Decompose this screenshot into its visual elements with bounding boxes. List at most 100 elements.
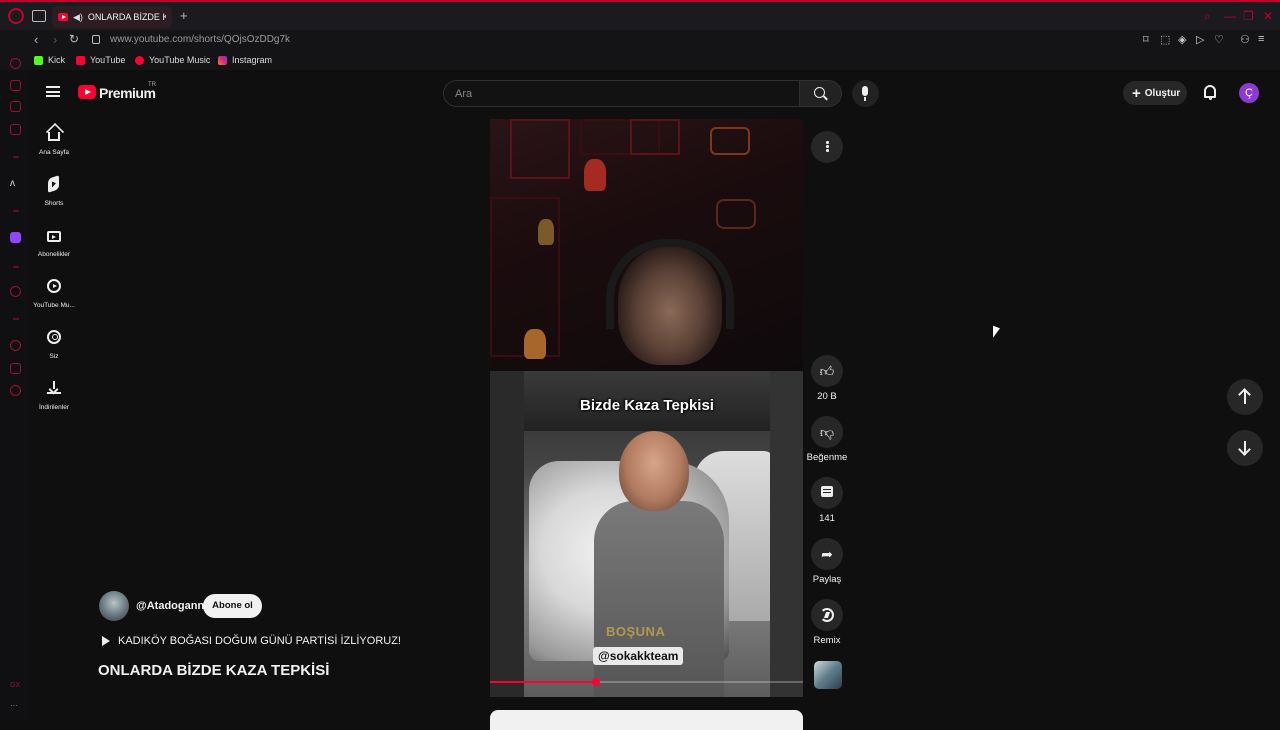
next-short-preview[interactable]	[490, 710, 803, 730]
sidebar-item-downloads[interactable]: İndirilenler	[30, 371, 78, 417]
youtube-music-icon	[47, 279, 61, 293]
comment-icon	[821, 486, 833, 497]
hamburger-menu-icon[interactable]	[46, 86, 60, 97]
speed-dial-icon[interactable]	[10, 58, 21, 69]
sidebar-item-label: Siz	[49, 353, 59, 360]
thumbs-up-icon: 👍︎	[819, 363, 835, 379]
sidebar-item-label: İndirilenler	[39, 404, 69, 411]
dislike-button[interactable]: 👎︎	[811, 416, 843, 448]
sidebar-item-shorts[interactable]: Shorts	[30, 167, 78, 213]
shorts-video-player[interactable]: Bizde Kaza Tepkisi BOŞUNA @sokakkteam	[490, 119, 803, 697]
youtube-logo-icon[interactable]	[78, 85, 96, 99]
shelf	[630, 119, 680, 155]
plus-icon: +	[1132, 84, 1141, 102]
video-progress-fill	[490, 681, 597, 683]
thumbs-down-icon: 👎︎	[819, 424, 835, 440]
youtube-music-icon	[135, 55, 144, 65]
video-progress-bar[interactable]	[490, 678, 803, 686]
search-input[interactable]	[444, 81, 799, 106]
reload-icon[interactable]: ↻	[69, 32, 79, 46]
settings-icon[interactable]	[10, 385, 21, 396]
remix-label: Remix	[813, 635, 841, 646]
aria-icon[interactable]: ʌ	[10, 178, 21, 189]
sidebar-item-home[interactable]: Ana Sayfa	[30, 116, 78, 162]
profile-icon[interactable]: ⚇	[1240, 33, 1250, 46]
figurine	[584, 159, 606, 191]
new-tab-button[interactable]: +	[180, 8, 188, 23]
audio-source-thumbnail[interactable]	[814, 661, 842, 689]
bookmark-label: Instagram	[232, 55, 273, 65]
close-window-icon[interactable]: ✕	[1263, 9, 1273, 23]
share-button[interactable]: ➦	[811, 538, 843, 570]
bookmark-youtube[interactable]: YouTube	[76, 55, 125, 65]
share-arrow-icon: ➦	[821, 546, 833, 562]
lock-icon[interactable]	[92, 35, 100, 44]
share-action: ➦ Paylaş	[805, 538, 849, 585]
bookmark-pin-icon[interactable]: ⌑	[1143, 33, 1149, 46]
dislike-action: 👎︎ Beğenme	[805, 416, 849, 463]
man-head	[619, 431, 689, 511]
comments-action: 141	[805, 477, 849, 524]
comments-button[interactable]	[811, 477, 843, 509]
minimize-icon[interactable]: —	[1224, 9, 1236, 23]
tab-switcher-icon[interactable]	[32, 10, 46, 22]
remix-button[interactable]	[811, 599, 843, 631]
avatar[interactable]: Ç	[1239, 83, 1259, 103]
arrow-down-head	[1238, 443, 1251, 456]
youtube-icon	[76, 55, 85, 65]
youtube-premium-logo[interactable]: Premium	[99, 85, 156, 101]
kick-icon	[34, 55, 43, 65]
sidebar-item-youtube-music[interactable]: YouTube Mu...	[30, 269, 78, 315]
history-icon[interactable]	[10, 340, 21, 351]
player-icon[interactable]: ▷	[1196, 33, 1204, 46]
next-short-button[interactable]	[1227, 430, 1263, 466]
dislike-label: Beğenme	[806, 452, 848, 463]
extensions-icon[interactable]	[10, 363, 21, 374]
maximize-icon[interactable]: ❐	[1243, 9, 1254, 23]
shopping-icon[interactable]	[10, 80, 21, 91]
speaker-icon[interactable]: ◀)	[73, 12, 83, 23]
previous-short-button[interactable]	[1227, 379, 1263, 415]
subscribe-button[interactable]: Abone ol	[203, 594, 262, 618]
browser-tab[interactable]: ◀) ONLARDA BİZDE KAZ	[52, 6, 172, 28]
bookmark-kick[interactable]: Kick	[34, 55, 65, 65]
shorts-icon	[48, 175, 59, 193]
vpn-icon[interactable]: ◈	[1178, 33, 1186, 46]
opera-logo-icon[interactable]	[8, 8, 24, 24]
player-side-icon[interactable]	[10, 286, 21, 297]
messenger-icon[interactable]	[10, 101, 21, 112]
related-video-title[interactable]: KADIKÖY BOĞASI DOĞUM GÜNÜ PARTİSİ İZLİYO…	[118, 635, 401, 647]
bookmark-youtube-music[interactable]: YouTube Music	[135, 55, 210, 65]
voice-search-button[interactable]	[852, 80, 879, 107]
logo-region: TR	[148, 82, 156, 88]
channel-handle[interactable]: @Atadogann	[136, 600, 204, 612]
url-field[interactable]: www.youtube.com/shorts/QOjsOzDDg7k	[110, 34, 290, 45]
sidebar-item-you[interactable]: Siz	[30, 320, 78, 366]
gx-icon[interactable]: GX	[10, 680, 21, 691]
separator	[13, 318, 19, 320]
bookmark-instagram[interactable]: Instagram	[218, 55, 272, 65]
more-vertical-icon	[826, 141, 829, 144]
like-button[interactable]: 👍︎	[811, 355, 843, 387]
search-button[interactable]	[800, 80, 842, 107]
menu-icon[interactable]: ≡	[1258, 33, 1264, 45]
play-icon[interactable]	[102, 636, 110, 646]
comment-count: 141	[819, 513, 835, 524]
search-tabs-icon[interactable]: ⌕	[1204, 9, 1211, 24]
music-app-icon[interactable]	[10, 124, 21, 135]
man-body	[594, 501, 724, 697]
create-button[interactable]: + Oluştur	[1123, 81, 1187, 105]
snapshot-icon[interactable]: ⬚	[1160, 33, 1170, 46]
heart-icon[interactable]: ♡	[1214, 33, 1224, 46]
notifications-bell-icon[interactable]	[1204, 85, 1216, 100]
search-box	[443, 80, 800, 107]
sidebar-item-label: Shorts	[44, 200, 64, 207]
sidebar-item-subscriptions[interactable]: Abonelikler	[30, 218, 78, 264]
channel-avatar[interactable]	[99, 591, 129, 621]
more-sidebar-icon[interactable]: ···	[10, 700, 21, 711]
back-icon[interactable]: ‹	[34, 32, 38, 47]
more-options-button[interactable]	[811, 131, 843, 163]
address-bar: ‹ › ↻ www.youtube.com/shorts/QOjsOzDDg7k…	[0, 30, 1280, 52]
twitch-icon[interactable]	[10, 232, 21, 243]
forward-icon[interactable]: ›	[53, 32, 57, 47]
